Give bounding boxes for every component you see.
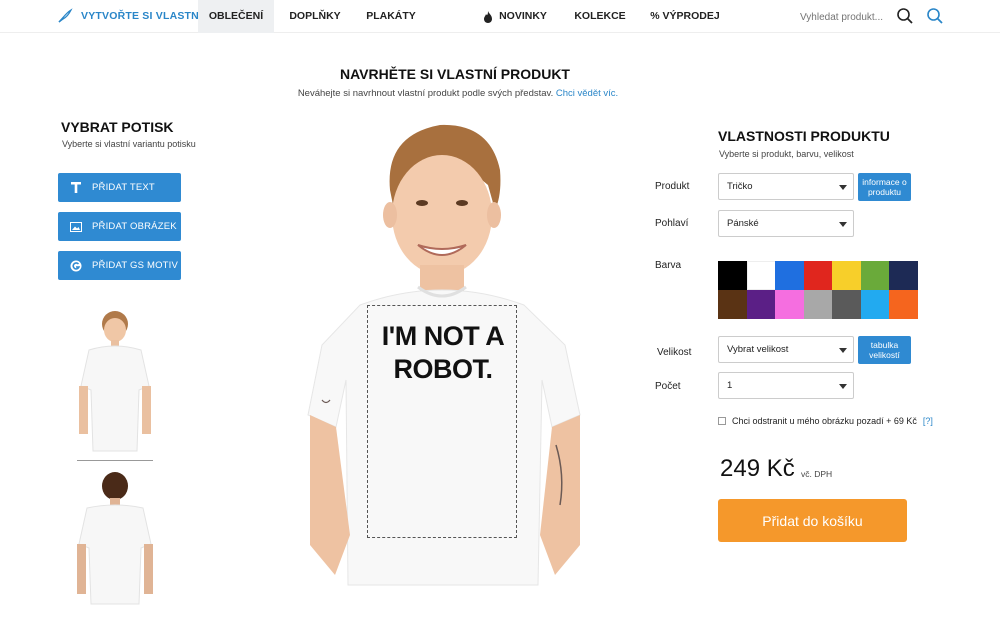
- nav-item-plakaty[interactable]: PLAKÁTY: [358, 0, 424, 33]
- nav-item-novinky[interactable]: NOVINKY: [480, 0, 550, 33]
- add-gs-motif-button[interactable]: PŘIDAT GS MOTIV: [58, 251, 181, 280]
- vat-note: vč. DPH: [801, 469, 833, 479]
- nav-label: OBLEČENÍ: [208, 10, 264, 22]
- color-swatch[interactable]: [889, 290, 918, 319]
- color-swatch[interactable]: [832, 261, 861, 290]
- color-swatch[interactable]: [860, 261, 890, 290]
- print-section-subtitle: Vyberte si vlastní variantu potisku: [62, 139, 196, 149]
- add-gs-motif-label: PŘIDAT GS MOTIV: [92, 260, 179, 271]
- front-view-thumbnail[interactable]: [67, 306, 163, 454]
- color-swatch[interactable]: [746, 290, 776, 319]
- nav-item-kolekce[interactable]: KOLEKCE: [566, 0, 634, 33]
- quantity-select-value: 1: [727, 380, 733, 391]
- color-swatch[interactable]: [803, 290, 833, 319]
- product-price: 249 Kč: [720, 455, 795, 482]
- color-label: Barva: [655, 260, 682, 271]
- product-label: Produkt: [655, 181, 690, 192]
- size-label: Velikost: [657, 347, 692, 358]
- product-properties-title: VLASTNOSTI PRODUKTU: [718, 128, 890, 144]
- gender-select-value: Pánské: [727, 218, 759, 229]
- quantity-label: Počet: [655, 381, 681, 392]
- page-title: NAVRHĚTE SI VLASTNÍ PRODUKT: [340, 66, 570, 82]
- text-icon: [70, 182, 82, 194]
- print-section-title: VYBRAT POTISK: [61, 119, 174, 135]
- product-properties-subtitle: Vyberte si produkt, barvu, velikost: [719, 149, 854, 159]
- logo-text: VYTVOŘTE SI VLASTNÍ: [81, 10, 203, 22]
- add-text-label: PŘIDAT TEXT: [92, 182, 155, 193]
- search-icon[interactable]: [896, 7, 914, 25]
- page-subtitle: Neváhejte si navrhnout vlastní produkt p…: [0, 88, 916, 99]
- learn-more-link[interactable]: Chci vědět víc.: [556, 88, 618, 99]
- thumbnail-selected-indicator: [77, 460, 153, 461]
- search-input[interactable]: [800, 8, 892, 26]
- color-swatch[interactable]: [718, 261, 747, 290]
- image-icon: [70, 221, 82, 233]
- color-swatch[interactable]: [860, 290, 890, 319]
- add-to-cart-button[interactable]: Přidat do košíku: [718, 499, 907, 542]
- chevron-down-icon: [839, 185, 847, 190]
- product-select[interactable]: Tričko: [718, 173, 854, 200]
- add-image-button[interactable]: PŘIDAT OBRÁZEK: [58, 212, 181, 241]
- nav-label: PLAKÁTY: [366, 10, 416, 22]
- help-link[interactable]: [?]: [923, 416, 933, 426]
- nav-label: KOLEKCE: [574, 10, 626, 22]
- color-swatch[interactable]: [889, 261, 918, 290]
- nav-item-doplnky[interactable]: DOPLŇKY: [280, 0, 350, 33]
- search-icon-alt[interactable]: [926, 7, 944, 25]
- remove-background-option[interactable]: Chci odstranit u mého obrázku pozadí + 6…: [718, 416, 933, 426]
- page-subtitle-text: Neváhejte si navrhnout vlastní produkt p…: [297, 88, 554, 99]
- gender-label: Pohlaví: [655, 218, 689, 229]
- nav-item-obleceni[interactable]: OBLEČENÍ: [198, 0, 274, 33]
- nav-label: NOVINKY: [499, 10, 547, 22]
- color-swatch[interactable]: [775, 261, 804, 290]
- color-swatch[interactable]: [718, 290, 747, 319]
- size-select[interactable]: Vybrat velikost: [718, 336, 854, 363]
- color-swatch[interactable]: [803, 261, 833, 290]
- size-select-value: Vybrat velikost: [727, 344, 789, 355]
- add-image-label: PŘIDAT OBRÁZEK: [92, 221, 177, 232]
- nav-label: DOPLŇKY: [289, 10, 341, 22]
- quantity-select[interactable]: 1: [718, 372, 854, 399]
- nav-label: % VÝPRODEJ: [650, 10, 720, 22]
- nav-item-vyprodej[interactable]: % VÝPRODEJ: [646, 0, 724, 33]
- print-text-line-2: ROBOT.: [393, 354, 493, 384]
- chevron-down-icon: [839, 348, 847, 353]
- color-swatch[interactable]: [746, 261, 776, 290]
- color-swatch[interactable]: [775, 290, 804, 319]
- top-navigation: VYTVOŘTE SI VLASTNÍ OBLEČENÍ DOPLŇKY PLA…: [0, 0, 1000, 33]
- chevron-down-icon: [839, 384, 847, 389]
- chevron-down-icon: [839, 222, 847, 227]
- size-table-button[interactable]: tabulka velikostí: [858, 336, 911, 364]
- gender-select[interactable]: Pánské: [718, 210, 854, 237]
- back-view-thumbnail[interactable]: [67, 468, 163, 606]
- color-swatch[interactable]: [832, 290, 861, 319]
- remove-background-label: Chci odstranit u mého obrázku pozadí + 6…: [732, 416, 917, 426]
- product-info-button[interactable]: informace o produktu: [858, 173, 911, 201]
- gs-logo-icon: [70, 260, 82, 272]
- add-text-button[interactable]: PŘIDAT TEXT: [58, 173, 181, 202]
- flame-icon: [484, 10, 493, 23]
- product-select-value: Tričko: [727, 181, 753, 192]
- print-text-line-1: I'M NOT A: [381, 321, 505, 351]
- print-design-text[interactable]: I'M NOT A ROBOT.: [370, 320, 516, 386]
- remove-background-checkbox[interactable]: [718, 417, 726, 425]
- feather-icon: [58, 8, 73, 23]
- logo[interactable]: VYTVOŘTE SI VLASTNÍ: [57, 8, 202, 24]
